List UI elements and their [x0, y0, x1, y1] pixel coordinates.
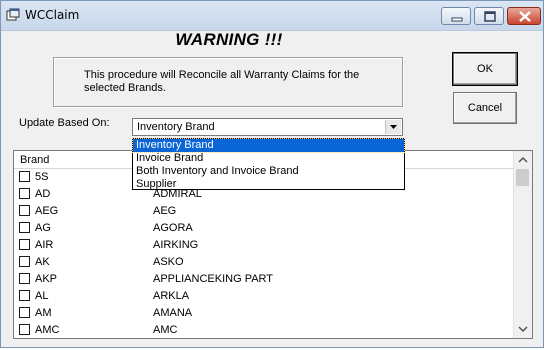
brand-name: ARKLA: [153, 290, 190, 302]
brand-code: AEG: [35, 205, 59, 217]
update-based-on-combobox[interactable]: Inventory Brand: [132, 118, 403, 136]
brand-name: AEG: [153, 205, 177, 217]
maximize-icon: [484, 11, 496, 22]
row-checkbox[interactable]: [19, 307, 30, 318]
ok-button[interactable]: OK: [452, 52, 518, 86]
row-checkbox[interactable]: [19, 273, 30, 284]
combobox-value: Inventory Brand: [137, 121, 215, 133]
brand-code: AM: [35, 307, 52, 319]
title-bar[interactable]: WCClaim: [1, 1, 543, 31]
wcclaim-window: WCClaim WARNING !!! This procedure will …: [0, 0, 544, 348]
combobox-dropdown-button[interactable]: [385, 120, 401, 134]
dropdown-option-inventory-brand[interactable]: Inventory Brand: [132, 138, 405, 153]
message-text: This procedure will Reconcile all Warran…: [84, 69, 360, 94]
maximize-button[interactable]: [474, 7, 504, 25]
brand-column-header[interactable]: Brand: [20, 154, 49, 166]
brand-code: AL: [35, 290, 49, 302]
brand-name: AMC: [153, 324, 178, 336]
scroll-down-button[interactable]: [514, 321, 532, 338]
list-item[interactable]: AEG AEG: [14, 203, 514, 220]
dropdown-option-invoice-brand[interactable]: Invoice Brand: [133, 152, 404, 165]
chevron-down-icon: [390, 125, 397, 129]
brand-name: AGORA: [153, 222, 193, 234]
list-item[interactable]: AG AGORA: [14, 220, 514, 237]
list-item[interactable]: AM AMANA: [14, 305, 514, 322]
minimize-icon: [451, 17, 463, 22]
list-item[interactable]: AIR AIRKING: [14, 237, 514, 254]
close-button[interactable]: [507, 7, 541, 25]
update-based-on-label: Update Based On:: [19, 117, 110, 129]
message-frame: This procedure will Reconcile all Warran…: [53, 57, 403, 107]
list-item[interactable]: AKP APPLIANCEKING PART: [14, 271, 514, 288]
row-checkbox[interactable]: [19, 239, 30, 250]
row-checkbox[interactable]: [19, 324, 30, 335]
brand-code: AG: [35, 222, 51, 234]
list-item[interactable]: AMC AMC: [14, 322, 514, 338]
brand-code: AMC: [35, 324, 60, 336]
row-checkbox[interactable]: [19, 205, 30, 216]
row-checkbox[interactable]: [19, 171, 30, 182]
list-item[interactable]: AL ARKLA: [14, 288, 514, 305]
list-item[interactable]: AK ASKO: [14, 254, 514, 271]
app-icon: [6, 8, 20, 21]
brand-name: AIRKING: [153, 239, 199, 251]
brand-code: AKP: [35, 273, 58, 285]
dropdown-option-supplier[interactable]: Supplier: [133, 178, 404, 191]
vertical-scrollbar[interactable]: [513, 151, 532, 338]
scroll-up-button[interactable]: [514, 151, 532, 168]
row-checkbox[interactable]: [19, 222, 30, 233]
cancel-button[interactable]: Cancel: [453, 92, 517, 124]
brand-name: AMANA: [153, 307, 193, 319]
close-icon: [519, 11, 531, 22]
chevron-down-icon: [518, 326, 528, 333]
brand-code: AK: [35, 256, 50, 268]
window-title: WCClaim: [25, 8, 80, 22]
brand-name: APPLIANCEKING PART: [153, 273, 274, 285]
scroll-thumb[interactable]: [516, 169, 529, 186]
dropdown-option-both[interactable]: Both Inventory and Invoice Brand: [133, 165, 404, 178]
row-checkbox[interactable]: [19, 290, 30, 301]
brand-name: ASKO: [153, 256, 184, 268]
warning-heading: WARNING !!!: [175, 30, 283, 49]
chevron-up-icon: [518, 156, 528, 163]
update-based-on-dropdown-list[interactable]: Inventory Brand Invoice Brand Both Inven…: [132, 138, 405, 190]
row-checkbox[interactable]: [19, 188, 30, 199]
brand-code: 5S: [35, 171, 49, 183]
minimize-button[interactable]: [441, 7, 471, 25]
brand-code: AIR: [35, 239, 54, 251]
row-checkbox[interactable]: [19, 256, 30, 267]
brand-code: AD: [35, 188, 51, 200]
